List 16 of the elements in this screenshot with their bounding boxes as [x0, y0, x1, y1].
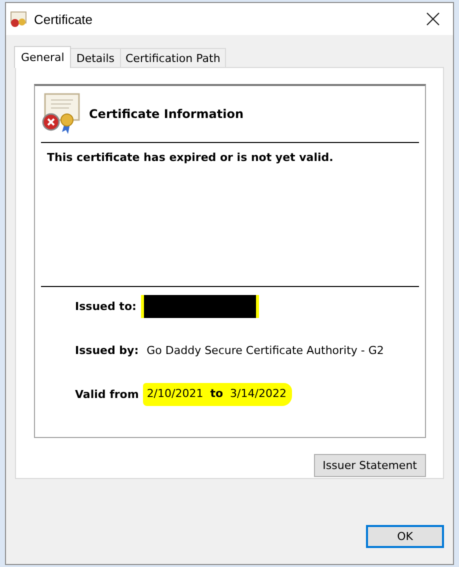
field-label: Issued by: [75, 344, 139, 356]
status-message: This certificate has expired or is not yet valid. [46, 150, 334, 164]
date-value: 2/10/2021 [146, 386, 204, 400]
date-value: 3/14/2022 [230, 386, 286, 400]
field-label: to [210, 386, 224, 400]
field-label: Valid from [75, 388, 139, 400]
info-heading: Certificate Information [89, 107, 244, 121]
issuer-statement-button[interactable]: Issuer Statement [314, 454, 426, 477]
issuer-name: Go Daddy Secure Certificate Authority - G2 [146, 344, 384, 356]
tab[interactable]: General [14, 46, 72, 68]
field-label: Issued to: [75, 300, 136, 312]
tab[interactable]: Certification Path [120, 48, 226, 67]
window-title: Certificate [34, 12, 94, 26]
close-icon [426, 12, 440, 26]
ok-button[interactable]: OK [366, 525, 444, 548]
certificate-icon [10, 10, 28, 28]
